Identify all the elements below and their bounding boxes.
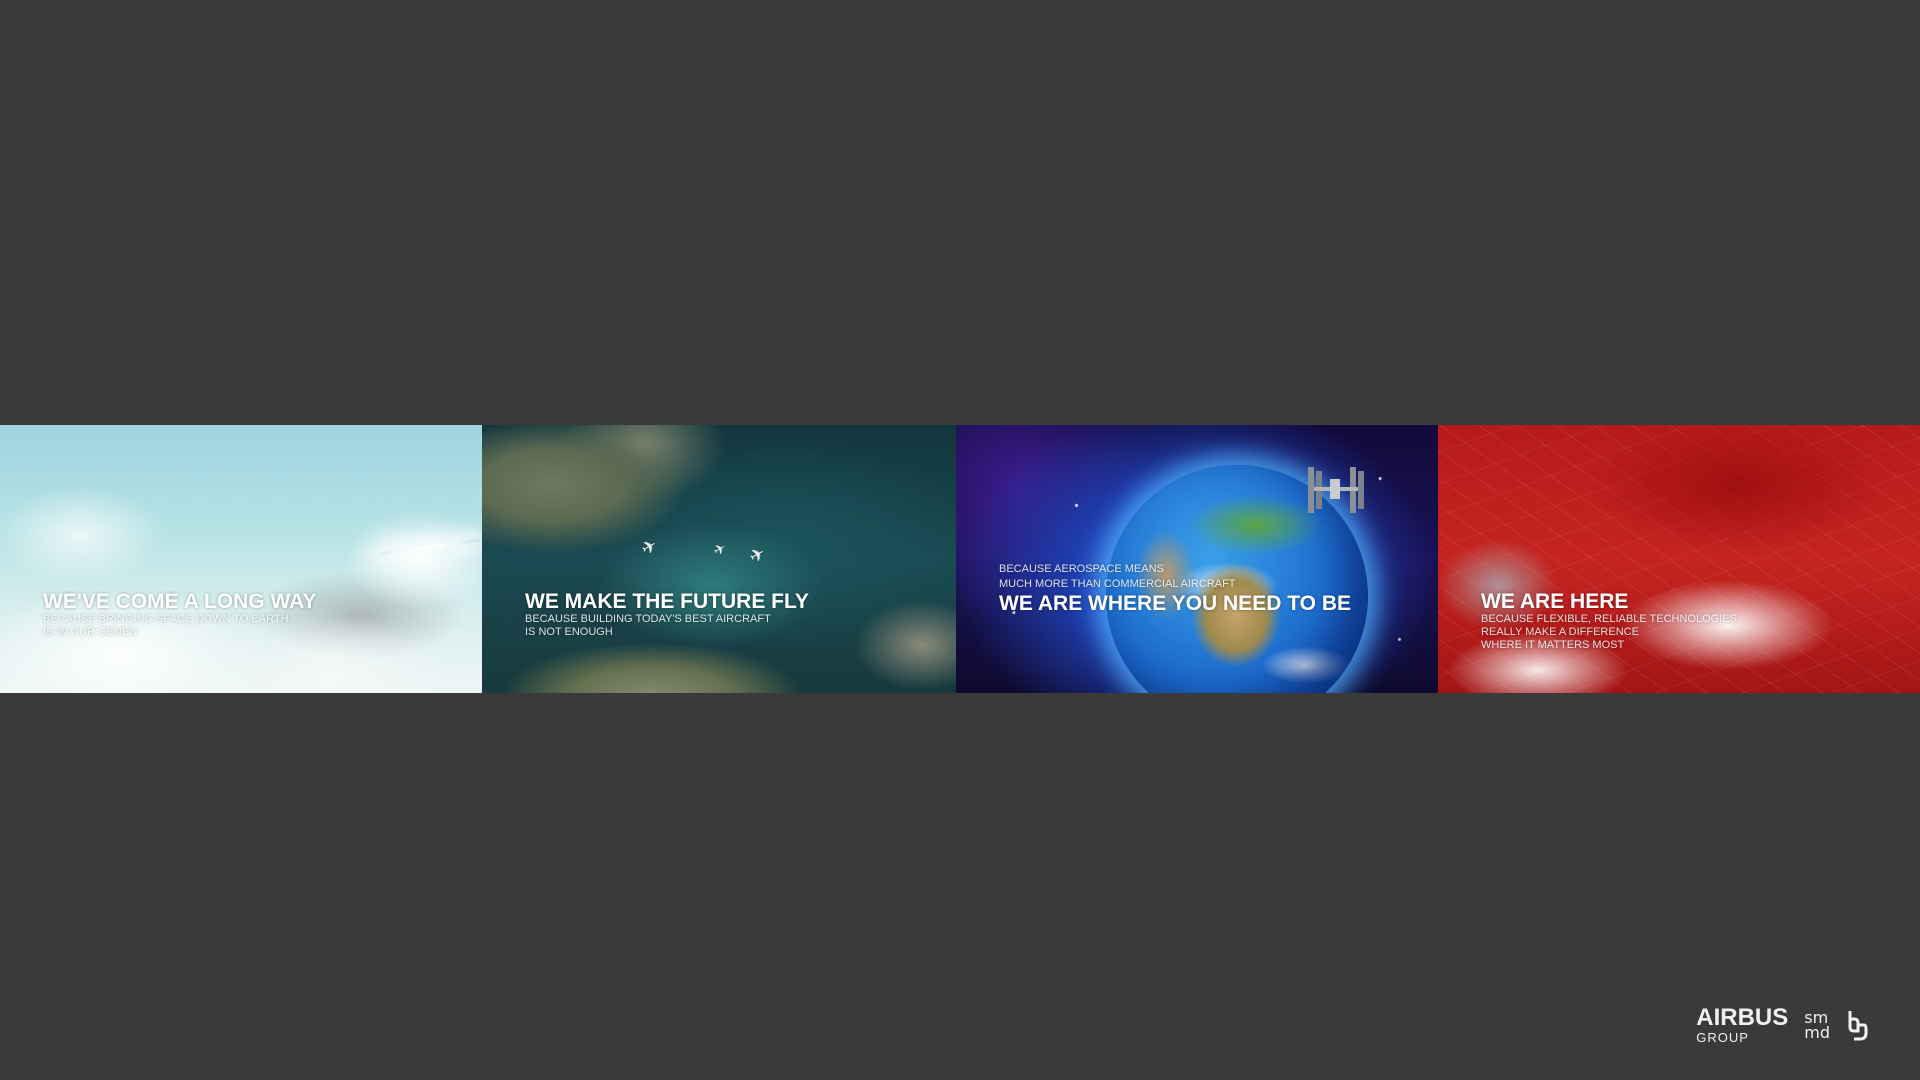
smmd-logo-bottom: md	[1804, 1023, 1830, 1042]
panel-subtitle-line: REALLY MAKE A DIFFERENCE	[1481, 626, 1639, 638]
airbus-logo-name: AIRBUS	[1696, 1004, 1789, 1031]
airbus-logo-group: GROUP	[1696, 1030, 1749, 1045]
smmd-logo: sm md	[1804, 1010, 1830, 1042]
panel-title: WE ARE HERE	[1481, 590, 1629, 613]
panel-earth[interactable]: BECAUSE AEROSPACE MEANS MUCH MORE THAN C…	[956, 425, 1438, 693]
panel-sky[interactable]: WE'VE COME A LONG WAY BECAUSE BRINGING S…	[0, 425, 482, 693]
banner-strip: WE'VE COME A LONG WAY BECAUSE BRINGING S…	[0, 425, 1920, 693]
panel-subtitle-line: BECAUSE AEROSPACE MEANS	[999, 563, 1164, 575]
panel-subtitle-line: BECAUSE BRINGING SPACE DOWN TO EARTH	[43, 613, 289, 625]
satellite-map-image	[1438, 425, 1920, 693]
panel-caption: WE MAKE THE FUTURE FLY BECAUSE BUILDING …	[525, 591, 809, 639]
brand-mark-icon	[1848, 1011, 1868, 1041]
panel-caption: WE'VE COME A LONG WAY BECAUSE BRINGING S…	[43, 591, 316, 639]
panel-subtitle-line: WHERE IT MATTERS MOST	[1481, 639, 1625, 651]
panel-subtitle-line: BECAUSE BUILDING TODAY'S BEST AIRCRAFT	[525, 613, 771, 625]
panel-subtitle-line: IS NOT ENOUGH	[525, 626, 613, 638]
space-station-icon	[1308, 467, 1364, 513]
page: WE'VE COME A LONG WAY BECAUSE BRINGING S…	[0, 0, 1920, 1080]
panel-satellite-map[interactable]: WE ARE HERE BECAUSE FLEXIBLE, RELIABLE T…	[1438, 425, 1920, 693]
panel-title: WE MAKE THE FUTURE FLY	[525, 590, 809, 613]
panel-subtitle-line: IS IN OUR GENES	[43, 626, 137, 638]
panel-caption: WE ARE HERE BECAUSE FLEXIBLE, RELIABLE T…	[1481, 591, 1737, 652]
panel-aerial-coast[interactable]: ✈ ✈ ✈ WE MAKE THE FUTURE FLY BECAUSE BUI…	[482, 425, 956, 693]
airbus-group-logo: AIRBUS GROUP	[1696, 1004, 1789, 1045]
footer-logos: AIRBUS GROUP sm md	[1696, 1006, 1868, 1044]
panel-title: WE'VE COME A LONG WAY	[43, 590, 317, 613]
hexagon-pattern	[0, 425, 482, 693]
panel-caption: BECAUSE AEROSPACE MEANS MUCH MORE THAN C…	[999, 563, 1351, 615]
panel-subtitle-line: BECAUSE FLEXIBLE, RELIABLE TECHNOLOGIES	[1481, 613, 1737, 625]
panel-title: WE ARE WHERE YOU NEED TO BE	[999, 592, 1351, 615]
panel-subtitle-line: MUCH MORE THAN COMMERCIAL AIRCRAFT	[999, 578, 1236, 590]
